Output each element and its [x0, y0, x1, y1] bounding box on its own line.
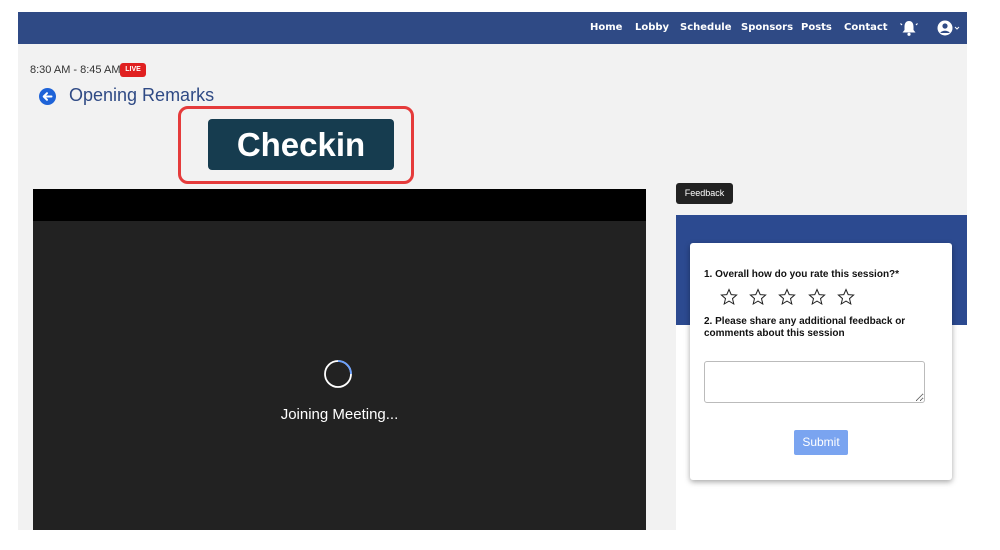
star-icon[interactable]	[837, 288, 855, 306]
submit-button[interactable]: Submit	[794, 430, 848, 455]
app-frame: Home Lobby Schedule Sponsors Posts Conta…	[18, 12, 967, 530]
checkin-button[interactable]: Checkin	[208, 119, 394, 170]
nav-home[interactable]: Home	[590, 12, 622, 44]
feedback-question: 2. Please share any additional feedback …	[704, 316, 906, 339]
star-icon[interactable]	[749, 288, 767, 306]
star-icon[interactable]	[720, 288, 738, 306]
nav-schedule[interactable]: Schedule	[680, 12, 732, 44]
star-icon[interactable]	[808, 288, 826, 306]
session-time: 8:30 AM - 8:45 AM	[30, 64, 121, 76]
loading-spinner-icon	[324, 360, 352, 388]
user-icon[interactable]	[937, 19, 961, 37]
feedback-form-card: 1. Overall how do you rate this session?…	[690, 243, 952, 480]
top-navigation-bar: Home Lobby Schedule Sponsors Posts Conta…	[18, 12, 967, 44]
nav-sponsors[interactable]: Sponsors	[741, 12, 793, 44]
joining-meeting-text: Joining Meeting...	[280, 406, 399, 423]
nav-posts[interactable]: Posts	[801, 12, 832, 44]
feedback-panel: 1. Overall how do you rate this session?…	[676, 215, 967, 530]
nav-lobby[interactable]: Lobby	[635, 12, 669, 44]
video-player[interactable]: Joining Meeting...	[33, 189, 646, 530]
feedback-textarea[interactable]	[704, 361, 925, 403]
bell-icon[interactable]	[900, 19, 918, 37]
video-header-bar	[33, 189, 646, 221]
session-title: Opening Remarks	[69, 85, 215, 105]
feedback-tab[interactable]: Feedback	[676, 183, 733, 204]
star-rating[interactable]	[720, 288, 870, 308]
nav-contact[interactable]: Contact	[844, 12, 888, 44]
back-arrow-icon[interactable]	[39, 88, 56, 105]
rating-question: 1. Overall how do you rate this session?…	[704, 269, 900, 280]
live-badge: LIVE	[120, 63, 146, 77]
star-icon[interactable]	[778, 288, 796, 306]
